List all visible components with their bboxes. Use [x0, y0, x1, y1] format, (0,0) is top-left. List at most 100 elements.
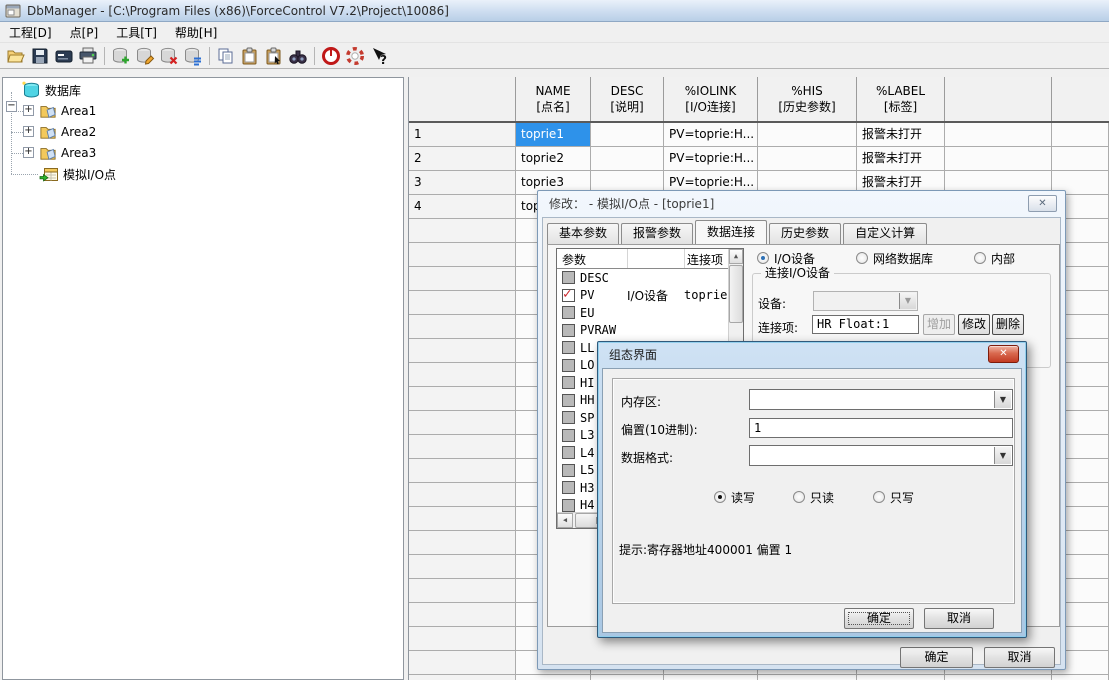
grid-cell[interactable]: [945, 123, 1052, 147]
param-checkbox[interactable]: [562, 411, 575, 424]
grid-header-his[interactable]: %HIS[历史参数]: [758, 77, 857, 121]
param-checkbox[interactable]: [562, 394, 575, 407]
param-checkbox[interactable]: [562, 289, 575, 302]
param-checkbox[interactable]: [562, 341, 575, 354]
cancel-button[interactable]: 取消: [924, 608, 994, 629]
grid-cell[interactable]: [409, 219, 516, 243]
grid-cell[interactable]: [664, 675, 758, 680]
grid-cell[interactable]: [591, 675, 664, 680]
ok-button[interactable]: 确定: [844, 608, 914, 629]
tree-expand-box[interactable]: +: [23, 147, 34, 158]
param-row[interactable]: DESC: [557, 269, 728, 287]
grid-cell[interactable]: [409, 579, 516, 603]
grid-cell[interactable]: [516, 675, 591, 680]
find-button[interactable]: [286, 45, 310, 67]
memory-area-combobox[interactable]: HR 保持寄存器 ▼: [749, 389, 1013, 410]
delete-button[interactable]: 删除: [992, 314, 1024, 335]
param-checkbox[interactable]: [562, 376, 575, 389]
grid-cell[interactable]: [409, 483, 516, 507]
grid-cell[interactable]: [409, 363, 516, 387]
tab-history-params[interactable]: 历史参数: [769, 223, 841, 244]
grid-cell[interactable]: 报警未打开: [857, 123, 945, 147]
tab-basic-params[interactable]: 基本参数: [547, 223, 619, 244]
grid-header-cell[interactable]: [409, 77, 516, 121]
grid-cell[interactable]: toprie2: [516, 147, 591, 171]
paste-special-button[interactable]: [262, 45, 286, 67]
radio-network-db[interactable]: 网络数据库: [856, 251, 933, 265]
save-button[interactable]: [28, 45, 52, 67]
close-icon[interactable]: ✕: [1028, 195, 1057, 212]
card-button[interactable]: [52, 45, 76, 67]
copy-button[interactable]: [214, 45, 238, 67]
grid-cell[interactable]: [409, 531, 516, 555]
context-help-button[interactable]: ?: [367, 45, 391, 67]
grid-cell[interactable]: [945, 675, 1052, 680]
grid-cell[interactable]: [409, 555, 516, 579]
tree-node-database[interactable]: 数据库: [21, 80, 81, 100]
grid-cell[interactable]: [945, 147, 1052, 171]
tree-node-area1[interactable]: Area1: [39, 101, 96, 121]
tree-node-area3[interactable]: Area3: [39, 143, 96, 163]
param-checkbox[interactable]: [562, 324, 575, 337]
grid-cell[interactable]: [857, 675, 945, 680]
grid-cell[interactable]: [409, 603, 516, 627]
param-checkbox[interactable]: [562, 359, 575, 372]
grid-cell[interactable]: [409, 411, 516, 435]
grid-cell[interactable]: [409, 315, 516, 339]
grid-header-desc[interactable]: DESC[说明]: [591, 77, 664, 121]
param-column-header[interactable]: 参数: [562, 251, 586, 268]
grid-cell[interactable]: [409, 291, 516, 315]
chevron-down-icon[interactable]: ▼: [994, 391, 1011, 408]
menu-help[interactable]: 帮助[H]: [166, 22, 226, 43]
open-folder-button[interactable]: [4, 45, 28, 67]
param-row[interactable]: EU: [557, 304, 728, 322]
grid-cell[interactable]: 1: [409, 123, 516, 147]
grid-cell[interactable]: [1052, 675, 1109, 680]
grid-cell[interactable]: toprie1: [516, 123, 591, 147]
grid-header-iolink[interactable]: %IOLINK[I/O连接]: [664, 77, 758, 121]
grid-cell[interactable]: [591, 147, 664, 171]
tree-node-area2[interactable]: Area2: [39, 122, 96, 142]
param-row[interactable]: PVRAW: [557, 322, 728, 340]
cancel-button[interactable]: 取消: [984, 647, 1055, 668]
ok-button[interactable]: 确定: [900, 647, 973, 668]
radio-io-device[interactable]: I/O设备: [757, 251, 815, 265]
radio-read-write[interactable]: 读写: [714, 490, 755, 504]
close-icon[interactable]: ✕: [988, 345, 1019, 363]
tree-collapse-box[interactable]: −: [6, 101, 17, 112]
radio-read-only[interactable]: 只读: [793, 490, 834, 504]
tree-expand-box[interactable]: +: [23, 105, 34, 116]
tab-alarm-params[interactable]: 报警参数: [621, 223, 693, 244]
menu-project[interactable]: 工程[D]: [0, 22, 61, 43]
chevron-down-icon[interactable]: ▼: [994, 447, 1011, 464]
grid-cell[interactable]: 2: [409, 147, 516, 171]
param-checkbox[interactable]: [562, 481, 575, 494]
scroll-up-icon[interactable]: ▲: [729, 249, 743, 264]
grid-cell[interactable]: 报警未打开: [857, 147, 945, 171]
scrollbar-thumb[interactable]: [729, 265, 743, 323]
power-stop-button[interactable]: [319, 45, 343, 67]
modify-button[interactable]: 修改: [958, 314, 990, 335]
scroll-left-icon[interactable]: ◀: [557, 513, 573, 528]
grid-header-cell[interactable]: [1052, 77, 1109, 121]
grid-cell[interactable]: PV=toprie:H...: [664, 123, 758, 147]
grid-cell[interactable]: [591, 123, 664, 147]
param-checkbox[interactable]: [562, 429, 575, 442]
grid-cell[interactable]: [758, 147, 857, 171]
grid-cell[interactable]: 4: [409, 195, 516, 219]
grid-cell[interactable]: [758, 675, 857, 680]
chevron-down-icon[interactable]: ▼: [899, 293, 916, 309]
tab-custom-calc[interactable]: 自定义计算: [843, 223, 927, 244]
radio-write-only[interactable]: 只写: [873, 490, 914, 504]
param-checkbox[interactable]: [562, 306, 575, 319]
radio-internal[interactable]: 内部: [974, 251, 1015, 265]
menu-tools[interactable]: 工具[T]: [107, 22, 166, 43]
grid-cell[interactable]: [409, 675, 516, 680]
add-button[interactable]: 增加: [923, 314, 955, 335]
grid-cell[interactable]: [1052, 123, 1109, 147]
grid-cell[interactable]: [409, 459, 516, 483]
menu-point[interactable]: 点[P]: [61, 22, 108, 43]
tree-expand-box[interactable]: +: [23, 126, 34, 137]
tab-data-link[interactable]: 数据连接: [695, 220, 767, 244]
life-ring-button[interactable]: [343, 45, 367, 67]
